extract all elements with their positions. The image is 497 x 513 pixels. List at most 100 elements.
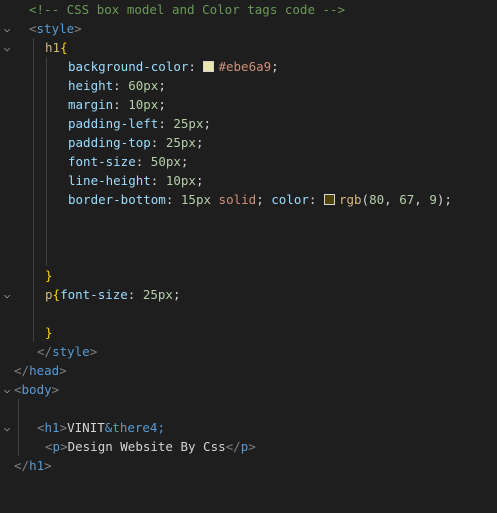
css-property: border-bottom xyxy=(68,192,166,207)
code-line: <p>Design Website By Css</p> xyxy=(0,437,497,456)
code-line: ⌵ h1{ xyxy=(0,38,497,57)
css-property: padding-left xyxy=(68,116,159,131)
css-value: 25px xyxy=(142,287,173,302)
css-property: color xyxy=(271,192,309,207)
code-line: font-size: 50px; xyxy=(0,152,497,171)
code-line: height: 60px; xyxy=(0,76,497,95)
code-line: line-height: 10px; xyxy=(0,171,497,190)
css-number: 9 xyxy=(429,192,437,207)
text-content: Design Website By Css xyxy=(67,439,226,454)
colon: : xyxy=(113,97,121,112)
tag-name: h1 xyxy=(29,458,45,473)
code-line: margin: 10px; xyxy=(0,95,497,114)
css-property: height xyxy=(68,78,114,93)
css-property: padding-top xyxy=(68,135,151,150)
code-line: background-color: #ebe6a9; xyxy=(0,57,497,76)
chevron-down-icon[interactable]: ⌵ xyxy=(0,38,14,57)
tag-bracket: > xyxy=(248,439,256,454)
paren: ( xyxy=(361,192,370,207)
code-line: border-bottom: 15px solid; color: rgb(80… xyxy=(0,190,497,209)
brace: } xyxy=(45,325,53,340)
code-line: </h1> xyxy=(0,456,497,475)
brace: } xyxy=(45,268,53,283)
comma: , xyxy=(414,192,422,207)
semicolon: ; xyxy=(158,78,166,93)
semicolon: ; xyxy=(195,173,204,188)
code-line: ⌵ <body> xyxy=(0,380,497,399)
tag-bracket: > xyxy=(59,363,67,378)
css-selector: h1 xyxy=(45,40,61,55)
code-line: ⌵ <style> xyxy=(0,19,497,38)
html-comment: <!-- CSS box model and Color tags code -… xyxy=(29,2,346,17)
code-line: </style> xyxy=(0,342,497,361)
semicolon: ; xyxy=(172,287,181,302)
tag-bracket: </ xyxy=(225,439,241,454)
chevron-down-icon[interactable]: ⌵ xyxy=(0,19,14,38)
tag-bracket: </ xyxy=(37,344,53,359)
css-value: 10px xyxy=(128,97,159,112)
tag-bracket: < xyxy=(14,382,22,397)
code-line: padding-left: 25px; xyxy=(0,114,497,133)
semicolon: ; xyxy=(256,192,264,207)
css-selector: p xyxy=(45,287,53,302)
css-value: 25px xyxy=(165,135,196,150)
semicolon: ; xyxy=(180,154,189,169)
semicolon: ; xyxy=(195,135,204,150)
comment-token: <!-- CSS box model and Color tags code -… xyxy=(29,0,345,19)
colon: : xyxy=(150,173,159,188)
semicolon: ; xyxy=(158,97,166,112)
colon: : xyxy=(308,192,317,207)
comma: , xyxy=(384,192,392,207)
colon: : xyxy=(135,154,144,169)
css-value: 15px xyxy=(180,192,212,207)
colon: : xyxy=(188,59,196,74)
css-function: rgb xyxy=(338,192,362,207)
tag-bracket: > xyxy=(51,382,60,397)
tag-bracket: > xyxy=(59,420,68,435)
css-number: 80 xyxy=(369,192,385,207)
code-line: } xyxy=(0,323,497,342)
colon: : xyxy=(158,116,166,131)
semicolon: ; xyxy=(271,59,279,74)
css-property: margin xyxy=(68,97,114,112)
html-entity: &there4; xyxy=(104,420,165,435)
tag-bracket: < xyxy=(29,21,37,36)
code-editor[interactable]: <!-- CSS box model and Color tags code -… xyxy=(0,0,497,478)
chevron-down-icon[interactable]: ⌵ xyxy=(0,418,14,437)
colon: : xyxy=(165,192,174,207)
tag-bracket: </ xyxy=(14,458,30,473)
tag-name: style xyxy=(36,21,75,36)
tag-bracket: < xyxy=(45,439,53,454)
css-value: 25px xyxy=(173,116,204,131)
css-property: line-height xyxy=(68,173,151,188)
tag-name: head xyxy=(29,363,60,378)
chevron-down-icon[interactable]: ⌵ xyxy=(0,380,14,399)
color-swatch[interactable] xyxy=(323,194,335,205)
tag-bracket: < xyxy=(37,420,45,435)
colon: : xyxy=(127,287,136,302)
brace: { xyxy=(52,287,61,302)
css-property: background-color xyxy=(68,59,189,74)
tag-bracket: > xyxy=(89,344,98,359)
tag-name: style xyxy=(52,344,90,359)
colon: : xyxy=(113,78,121,93)
text-content: VINIT xyxy=(67,420,105,435)
css-property: font-size xyxy=(68,154,136,169)
tag-bracket: > xyxy=(44,458,52,473)
brace: { xyxy=(60,40,68,55)
css-value: 50px xyxy=(150,154,181,169)
semicolon: ; xyxy=(203,116,212,131)
css-property: font-size xyxy=(60,287,128,302)
code-line: ⌵ <h1>VINIT&there4; xyxy=(0,418,497,437)
tag-bracket: </ xyxy=(14,363,30,378)
code-line: </head> xyxy=(0,361,497,380)
css-number: 67 xyxy=(399,192,415,207)
code-line: padding-top: 25px; xyxy=(0,133,497,152)
css-keyword: solid xyxy=(218,192,257,207)
color-swatch[interactable] xyxy=(203,61,215,72)
tag-bracket: > xyxy=(74,21,82,36)
chevron-down-icon[interactable]: ⌵ xyxy=(0,285,14,304)
code-line: <!-- CSS box model and Color tags code -… xyxy=(0,0,497,19)
css-value: #ebe6a9 xyxy=(218,59,272,74)
semicolon: ; xyxy=(444,192,452,207)
